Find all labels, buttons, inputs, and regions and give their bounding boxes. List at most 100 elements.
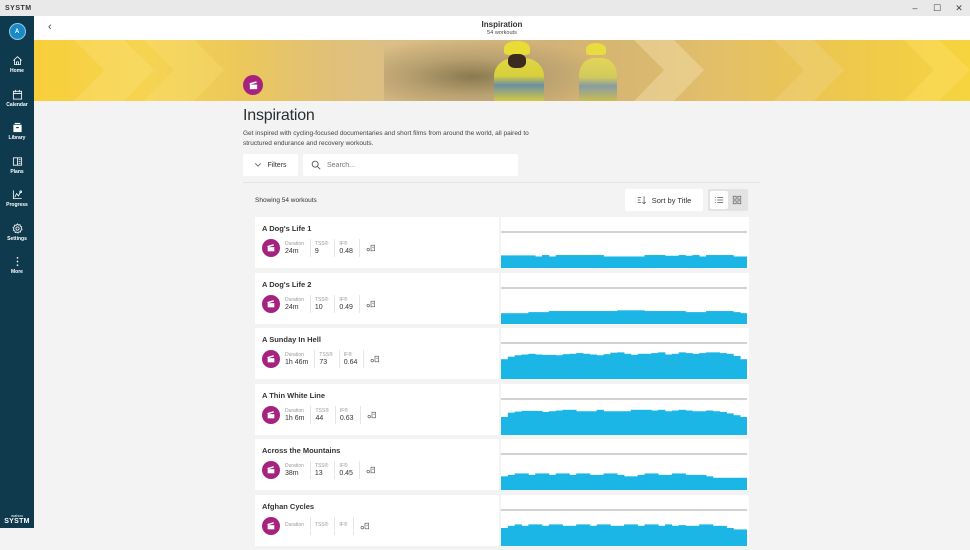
- profile-segment: [562, 473, 570, 490]
- sidebar-item-library[interactable]: Library: [0, 115, 34, 149]
- gear-icon: [11, 223, 23, 234]
- workout-row[interactable]: A Thin White Line Duration 1h 6m TSS® 44…: [255, 383, 749, 435]
- profile-segment: [548, 474, 557, 490]
- search-input[interactable]: [327, 161, 507, 169]
- list-view-button[interactable]: [710, 191, 728, 209]
- profile-segment: [624, 256, 632, 268]
- bike-icon: [361, 522, 370, 529]
- profile-segment: [637, 309, 645, 324]
- sidebar-item-progress[interactable]: Progress: [0, 182, 34, 216]
- profile-segment: [528, 474, 536, 490]
- profile-segment: [678, 473, 686, 490]
- minimize-button[interactable]: –: [904, 0, 926, 16]
- profile-segment: [719, 255, 727, 268]
- profile-segment: [542, 311, 550, 324]
- more-icon: [16, 257, 18, 267]
- profile-segment: [733, 256, 741, 268]
- profile-segment: [617, 309, 625, 324]
- profile-segment: [507, 474, 516, 490]
- profile-segment: [535, 523, 543, 546]
- clapperboard-icon: [267, 466, 275, 474]
- sidebar-item-plans[interactable]: Plans: [0, 149, 34, 183]
- workout-info: A Thin White Line Duration 1h 6m TSS® 44…: [255, 383, 501, 435]
- workout-profile: [501, 384, 749, 435]
- clapperboard-icon: [267, 410, 275, 418]
- workout-row[interactable]: Across the Mountains Duration 38m TSS® 1…: [255, 439, 749, 490]
- profile-segment: [535, 311, 543, 324]
- app-name: SYSTM: [5, 4, 32, 12]
- profile-segment: [617, 410, 625, 435]
- profile-segment: [658, 255, 666, 268]
- search-box[interactable]: [303, 154, 518, 176]
- profile-segment: [740, 528, 747, 546]
- if-value: 0.48: [339, 248, 353, 255]
- category-badge: [243, 75, 263, 95]
- divider: [243, 182, 760, 183]
- window-controls: – ☐ ✕: [904, 0, 970, 16]
- workout-row[interactable]: A Sunday In Hell Duration 1h 46m TSS® 73…: [255, 328, 749, 379]
- sort-button[interactable]: Sort by Title: [625, 189, 703, 211]
- sidebar-item-label: Progress: [6, 202, 28, 209]
- profile-segment: [514, 255, 522, 268]
- profile-segment: [706, 476, 714, 490]
- sidebar-item-settings[interactable]: Settings: [0, 216, 34, 250]
- clapperboard-icon: [267, 299, 275, 307]
- grid-view-button[interactable]: [729, 191, 747, 209]
- profile-chart: [501, 398, 747, 435]
- tss-metric: TSS® 73: [319, 350, 340, 368]
- close-button[interactable]: ✕: [948, 0, 970, 16]
- tss-value: 9: [314, 248, 319, 255]
- header-subtitle: 54 workouts: [487, 30, 517, 36]
- workout-name: Across the Mountains: [262, 446, 341, 455]
- if-metric: IF® 0.63: [340, 405, 361, 424]
- profile-segment: [610, 256, 618, 268]
- profile-segment: [699, 256, 707, 268]
- tss-value: 44: [315, 414, 324, 422]
- duration-label: Duration: [285, 241, 304, 247]
- workout-profile: [501, 439, 749, 490]
- workout-metrics: Duration 24m TSS® 10 IF® 0.49: [262, 294, 492, 313]
- tss-metric: TSS® 9: [314, 239, 336, 257]
- profile-segment: [583, 473, 591, 490]
- avatar[interactable]: A: [8, 23, 26, 40]
- profile-segment: [712, 477, 721, 490]
- profile-segment: [712, 410, 721, 435]
- profile-segment: [589, 255, 598, 268]
- if-metric: IF® 0.49: [339, 294, 360, 313]
- list-icon: [714, 197, 723, 203]
- profile-segment: [637, 474, 645, 490]
- profile-segment: [542, 255, 550, 268]
- workout-info: Across the Mountains Duration 38m TSS® 1…: [255, 439, 501, 490]
- maximize-button[interactable]: ☐: [926, 0, 948, 16]
- workout-name: A Dog's Life 1: [262, 224, 312, 233]
- sidebar-item-home[interactable]: Home: [0, 48, 34, 82]
- sidebar-item-label: Library: [8, 135, 26, 142]
- profile-segment: [665, 523, 673, 546]
- profile-segment: [630, 409, 639, 435]
- workout-metrics: Duration 1h 46m TSS® 73 IF® 0.64: [262, 350, 492, 368]
- profile-segment: [576, 353, 584, 379]
- workout-info: A Dog's Life 2 Duration 24m TSS® 10 IF® …: [255, 272, 501, 324]
- profile-segment: [542, 411, 550, 435]
- workout-info: A Dog's Life 1 Duration 24m TSS® 9 IF® 0…: [255, 217, 501, 268]
- duration-label: Duration: [285, 522, 304, 528]
- profile-segment: [576, 255, 584, 268]
- workout-row[interactable]: Afghan Cycles Duration TSS® IF®: [255, 494, 749, 546]
- sidebar-item-more[interactable]: More: [0, 249, 34, 283]
- profile-segment: [665, 474, 673, 490]
- sidebar-item-calendar[interactable]: Calendar: [0, 82, 34, 116]
- profile-segment: [671, 310, 680, 324]
- filters-button[interactable]: Filters: [243, 154, 298, 176]
- profile-segment: [603, 354, 611, 379]
- profile-segment: [596, 474, 604, 490]
- profile-segment: [624, 309, 632, 324]
- workout-row[interactable]: A Dog's Life 1 Duration 24m TSS® 9 IF® 0…: [255, 217, 749, 268]
- profile-segment: [692, 525, 700, 546]
- main-content: Inspiration Get inspired with cycling-fo…: [243, 101, 760, 212]
- profile-segment: [644, 353, 652, 379]
- profile-segment: [726, 310, 734, 324]
- workout-row[interactable]: A Dog's Life 2 Duration 24m TSS® 10 IF® …: [255, 272, 749, 324]
- profile-segment: [637, 256, 645, 268]
- profile-segment: [699, 311, 707, 324]
- category-icon: [262, 294, 280, 313]
